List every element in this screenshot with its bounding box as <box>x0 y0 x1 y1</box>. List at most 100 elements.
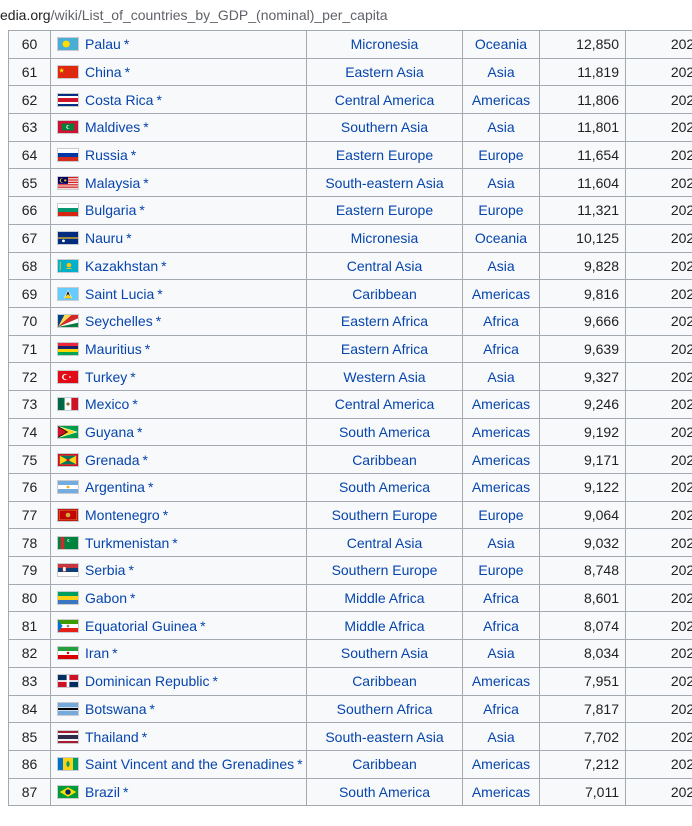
region-link[interactable]: Southern Africa <box>306 694 463 724</box>
estimate-note-link[interactable]: * <box>163 507 168 523</box>
estimate-note-link[interactable]: * <box>139 202 144 218</box>
region-link[interactable]: Eastern Asia <box>306 57 463 87</box>
region-link[interactable]: Central Asia <box>306 251 463 281</box>
region-link[interactable]: South America <box>306 473 463 502</box>
region-link[interactable]: Southern Asia <box>306 639 463 668</box>
continent-link[interactable]: Asia <box>462 251 540 281</box>
estimate-note-link[interactable]: * <box>132 396 137 412</box>
continent-link[interactable]: Africa <box>462 306 540 336</box>
continent-link[interactable]: Americas <box>462 777 540 807</box>
continent-link[interactable]: Asia <box>462 113 540 142</box>
country-link[interactable]: Saint Lucia <box>85 286 154 302</box>
country-link[interactable]: Bulgaria <box>85 202 136 218</box>
country-link[interactable]: Seychelles <box>85 313 153 329</box>
country-link[interactable]: Argentina <box>85 479 145 495</box>
estimate-note-link[interactable]: * <box>172 535 177 551</box>
region-link[interactable]: Southern Europe <box>306 556 463 585</box>
country-link[interactable]: Brazil <box>85 784 120 800</box>
estimate-note-link[interactable]: * <box>213 673 218 689</box>
estimate-note-link[interactable]: * <box>157 286 162 302</box>
country-link[interactable]: Equatorial Guinea <box>85 618 197 634</box>
country-link[interactable]: Montenegro <box>85 507 160 523</box>
country-link[interactable]: Maldives <box>85 119 140 135</box>
region-link[interactable]: Eastern Africa <box>306 334 463 364</box>
estimate-note-link[interactable]: * <box>297 756 302 772</box>
region-link[interactable]: Caribbean <box>306 445 463 474</box>
estimate-note-link[interactable]: * <box>125 64 130 80</box>
continent-link[interactable]: Oceania <box>462 30 540 59</box>
continent-link[interactable]: Americas <box>462 749 540 779</box>
continent-link[interactable]: Europe <box>462 556 540 585</box>
region-link[interactable]: Southern Europe <box>306 500 463 530</box>
estimate-note-link[interactable]: * <box>145 341 150 357</box>
region-link[interactable]: Central America <box>306 85 463 115</box>
region-link[interactable]: Western Asia <box>306 362 463 391</box>
region-link[interactable]: South America <box>306 777 463 807</box>
continent-link[interactable]: Asia <box>462 722 540 751</box>
country-link[interactable]: Mexico <box>85 396 129 412</box>
country-link[interactable]: Malaysia <box>85 175 140 191</box>
country-link[interactable]: Grenada <box>85 452 139 468</box>
estimate-note-link[interactable]: * <box>200 618 205 634</box>
region-link[interactable]: Caribbean <box>306 279 463 308</box>
country-link[interactable]: Kazakhstan <box>85 258 158 274</box>
country-link[interactable]: Russia <box>85 147 128 163</box>
country-link[interactable]: Guyana <box>85 424 134 440</box>
continent-link[interactable]: Asia <box>462 57 540 87</box>
estimate-note-link[interactable]: * <box>149 701 154 717</box>
estimate-note-link[interactable]: * <box>143 119 148 135</box>
country-link[interactable]: Thailand <box>85 729 139 745</box>
region-link[interactable]: Middle Africa <box>306 611 463 641</box>
region-link[interactable]: Eastern Africa <box>306 306 463 336</box>
country-link[interactable]: Turkey <box>85 369 127 385</box>
continent-link[interactable]: Asia <box>462 639 540 668</box>
continent-link[interactable]: Africa <box>462 694 540 724</box>
continent-link[interactable]: Americas <box>462 389 540 419</box>
continent-link[interactable]: Asia <box>462 362 540 391</box>
continent-link[interactable]: Oceania <box>462 223 540 253</box>
estimate-note-link[interactable]: * <box>161 258 166 274</box>
region-link[interactable]: Micronesia <box>306 30 463 59</box>
country-link[interactable]: Mauritius <box>85 341 142 357</box>
region-link[interactable]: Caribbean <box>306 666 463 696</box>
country-link[interactable]: China <box>85 64 122 80</box>
region-link[interactable]: Middle Africa <box>306 583 463 613</box>
estimate-note-link[interactable]: * <box>156 92 161 108</box>
country-link[interactable]: Turkmenistan <box>85 535 169 551</box>
continent-link[interactable]: Asia <box>462 168 540 198</box>
continent-link[interactable]: Europe <box>462 500 540 530</box>
estimate-note-link[interactable]: * <box>124 36 129 52</box>
region-link[interactable]: Central America <box>306 389 463 419</box>
region-link[interactable]: Caribbean <box>306 749 463 779</box>
country-link[interactable]: Nauru <box>85 230 123 246</box>
estimate-note-link[interactable]: * <box>130 590 135 606</box>
country-link[interactable]: Iran <box>85 645 109 661</box>
region-link[interactable]: South-eastern Asia <box>306 168 463 198</box>
continent-link[interactable]: Americas <box>462 445 540 474</box>
estimate-note-link[interactable]: * <box>142 729 147 745</box>
continent-link[interactable]: Americas <box>462 417 540 447</box>
estimate-note-link[interactable]: * <box>123 784 128 800</box>
estimate-note-link[interactable]: * <box>156 313 161 329</box>
continent-link[interactable]: Africa <box>462 611 540 641</box>
country-link[interactable]: Dominican Republic <box>85 673 210 689</box>
country-link[interactable]: Costa Rica <box>85 92 153 108</box>
estimate-note-link[interactable]: * <box>131 147 136 163</box>
region-link[interactable]: South-eastern Asia <box>306 722 463 751</box>
region-link[interactable]: Micronesia <box>306 223 463 253</box>
region-link[interactable]: Eastern Europe <box>306 140 463 170</box>
estimate-note-link[interactable]: * <box>112 645 117 661</box>
estimate-note-link[interactable]: * <box>126 230 131 246</box>
address-bar[interactable]: edia.org/wiki/List_of_countries_by_GDP_(… <box>0 0 692 30</box>
estimate-note-link[interactable]: * <box>137 424 142 440</box>
continent-link[interactable]: Europe <box>462 140 540 170</box>
continent-link[interactable]: Europe <box>462 196 540 225</box>
country-link[interactable]: Gabon <box>85 590 127 606</box>
country-link[interactable]: Saint Vincent and the Grenadines <box>85 756 294 772</box>
region-link[interactable]: Eastern Europe <box>306 196 463 225</box>
country-link[interactable]: Palau <box>85 36 121 52</box>
continent-link[interactable]: Asia <box>462 528 540 558</box>
region-link[interactable]: Southern Asia <box>306 113 463 142</box>
continent-link[interactable]: Americas <box>462 85 540 115</box>
region-link[interactable]: South America <box>306 417 463 447</box>
